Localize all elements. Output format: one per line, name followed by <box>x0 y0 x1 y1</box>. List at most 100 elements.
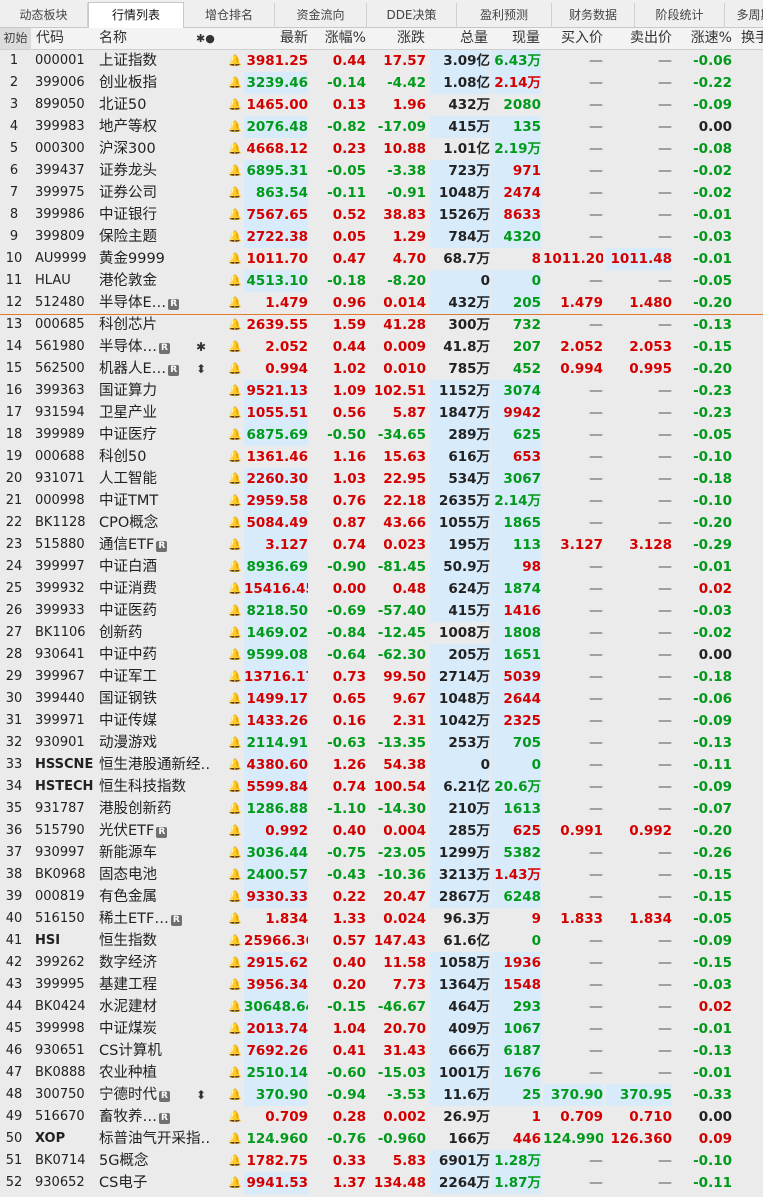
table-row[interactable]: 21 000998 中证TMT 🔔 2959.58 0.76 22.18 2635万 2.14万… <box>0 490 763 512</box>
table-row[interactable]: 9 399809 保险主题 🔔 2722.38 0.05 1.29 784万 4320 — — -0.… <box>0 226 763 248</box>
table-row[interactable]: 25 399932 中证消费 🔔 15416.45 0.00 0.48 624万 1874 — — 0… <box>0 578 763 600</box>
bid-price: — <box>589 757 603 773</box>
security-name: 黄金9999 <box>99 248 209 270</box>
table-row[interactable]: 27 BK1106 创新药 🔔 1469.02 -0.84 -12.45 1008万 1808 —… <box>0 622 763 644</box>
table-row[interactable]: 26 399933 中证医药 🔔 8218.50 -0.69 -57.40 415万 1416 —… <box>0 600 763 622</box>
column-header-chg[interactable]: 涨跌 <box>368 28 425 49</box>
table-row[interactable]: 52 930652 CS电子 🔔 9941.53 1.37 134.48 2264万 1.87万… <box>0 1172 763 1194</box>
table-row[interactable]: 28 930641 中证中药 🔔 9599.08 -0.64 -62.30 205万 1651 —… <box>0 644 763 666</box>
security-name: 稀土ETF… R <box>99 908 209 930</box>
table-row[interactable]: 24 399997 中证白酒 🔔 8936.69 -0.90 -81.45 50.9万 98 — —… <box>0 556 763 578</box>
table-row[interactable]: 48 300750 宁德时代 R ⬍ 🔔 370.90 -0.94 -3.53 11.6万 25 37… <box>0 1084 763 1106</box>
change-percent: 0.40 <box>332 955 366 971</box>
table-row[interactable]: 39 000819 有色金属 🔔 9330.33 0.22 20.47 2867万 6248 — —… <box>0 886 763 908</box>
table-row[interactable]: 44 BK0424 水泥建材 🔔 30648.64 -0.15 -46.67 464万 293 —… <box>0 996 763 1018</box>
security-name-text: 创新药 <box>99 625 143 641</box>
table-row[interactable]: 47 BK0888 农业种植 🔔 2510.14 -0.60 -15.03 1001万 1676… <box>0 1062 763 1084</box>
column-header-init[interactable]: 初始 <box>0 28 31 49</box>
table-row[interactable]: 50 XOP 标普油气开采指… 🔔 124.960 -0.76 -0.960 166万 446 1… <box>0 1128 763 1150</box>
column-header-name[interactable]: 名称 <box>99 28 159 49</box>
current-volume: 3067 <box>491 468 541 490</box>
bell-icon: 🔔 <box>228 1044 242 1057</box>
change-amount: 7.73 <box>392 977 426 993</box>
table-row[interactable]: 4 399983 地产等权 🔔 2076.48 -0.82 -17.09 415万 135 — — 0… <box>0 116 763 138</box>
table-row[interactable]: 30 399440 国证钢铁 🔔 1499.17 0.65 9.67 1048万 2644 — — -… <box>0 688 763 710</box>
security-name-text: 中证军工 <box>99 669 157 685</box>
column-header-turnover[interactable]: 换手 <box>741 28 763 49</box>
tab-8[interactable]: 多周期 <box>725 3 763 28</box>
bid-price: — <box>589 449 603 465</box>
change-amount: -57.40 <box>377 603 426 619</box>
change-amount: 0.002 <box>383 1109 426 1125</box>
table-row[interactable]: 42 399262 数字经济 🔔 2915.62 0.40 11.58 1058万 1936 — —… <box>0 952 763 974</box>
table-row[interactable]: 18 399989 中证医疗 🔔 6875.69 -0.50 -34.65 289万 625 — —… <box>0 424 763 446</box>
column-header-pct[interactable]: 涨幅% <box>311 28 366 49</box>
tab-5[interactable]: 盈利预测 <box>457 3 552 28</box>
column-header-last[interactable]: 最新 <box>246 28 308 49</box>
table-row[interactable]: 13 000685 科创芯片 🔔 2639.55 1.59 41.28 300万 732 — — -0… <box>0 314 763 336</box>
table-row[interactable]: 51 BK0714 5G概念 🔔 1782.75 0.33 5.83 6901万 1.28万 — —… <box>0 1150 763 1172</box>
tab-7[interactable]: 阶段统计 <box>635 3 725 28</box>
current-volume: 1416 <box>491 600 541 622</box>
table-row[interactable]: 1 000001 上证指数 🔔 3981.25 0.44 17.57 3.09亿 6.43万 — —… <box>0 50 763 72</box>
table-row[interactable]: 11 HLAU 港伦敦金 🔔 4513.10 -0.18 -8.20 0 0— — -0.05 <box>0 270 763 292</box>
table-row[interactable]: 10 AU9999 黄金9999 🔔 1011.70 0.47 4.70 68.7万 8 1011… <box>0 248 763 270</box>
table-row[interactable]: 31 399971 中证传媒 🔔 1433.26 0.16 2.31 1042万 2325 — — -… <box>0 710 763 732</box>
last-price: 9521.13 <box>244 380 308 402</box>
table-row[interactable]: 23 515880 通信ETF R 🔔 3.127 0.74 0.023 195万 113 3.12… <box>0 534 763 556</box>
current-volume: 3074 <box>491 380 541 402</box>
table-row[interactable]: 5 000300 沪深300 🔔 4668.12 0.23 10.88 1.01亿 2.19万 —… <box>0 138 763 160</box>
column-header-current-volume[interactable]: 现量 <box>491 28 540 49</box>
last-price: 1782.75 <box>246 1153 309 1169</box>
table-row[interactable]: 49 516670 畜牧养… R 🔔 0.709 0.28 0.002 26.9万 1 0.709 0… <box>0 1106 763 1128</box>
table-row[interactable]: 46 930651 CS计算机 🔔 7692.26 0.41 31.43 666万 6187 — —… <box>0 1040 763 1062</box>
table-row[interactable]: 38 BK0968 固态电池 🔔 2400.57 -0.43 -10.36 3213万 1.43… <box>0 864 763 886</box>
table-row[interactable]: 19 000688 科创50 🔔 1361.46 1.16 15.63 616万 653 — — -0… <box>0 446 763 468</box>
tab-1[interactable]: 行情列表 <box>88 2 184 29</box>
table-row[interactable]: 2 399006 创业板指 🔔 3239.46 -0.14 -4.42 1.08亿 2.14万 —… <box>0 72 763 94</box>
column-header-ask[interactable]: 卖出价 <box>612 28 672 49</box>
table-row[interactable]: 33 HSSCNE 恒生港股通新经… 🔔 4380.60 1.26 54.38 0 0— — -0.… <box>0 754 763 776</box>
tab-4[interactable]: DDE决策 <box>367 3 457 28</box>
table-row[interactable]: 6 399437 证券龙头 🔔 6895.31 -0.05 -3.38 723万 971 — — -0… <box>0 160 763 182</box>
table-row[interactable]: 37 930997 新能源车 🔔 3036.44 -0.75 -23.05 1299万 5382… <box>0 842 763 864</box>
table-row[interactable]: 41 HSI 恒生指数 🔔 25966.36 0.57 147.43 61.6亿 0 — — -0.0… <box>0 930 763 952</box>
table-row[interactable]: 29 399967 中证军工 🔔 13716.17 0.73 99.50 2714万 5039 —… <box>0 666 763 688</box>
column-header-speed[interactable]: 涨速% <box>680 28 732 49</box>
table-row[interactable]: 35 931787 港股创新药 🔔 1286.88 -1.10 -14.30 210万 1613… <box>0 798 763 820</box>
table-row[interactable]: 16 399363 国证算力 🔔 9521.13 1.09 102.51 1152万 3074 —… <box>0 380 763 402</box>
tab-0[interactable]: 动态板块 <box>0 3 88 28</box>
table-row[interactable]: 45 399998 中证煤炭 🔔 2013.74 1.04 20.70 409万 1067 — — -… <box>0 1018 763 1040</box>
column-header-bid[interactable]: 买入价 <box>545 28 603 49</box>
table-row[interactable]: 3 899050 北证50 🔔 1465.00 0.13 1.96 432万 2080 — — -0.… <box>0 94 763 116</box>
column-header-volume[interactable]: 总量 <box>430 28 488 49</box>
security-name: 中证消费 <box>99 578 209 600</box>
table-row[interactable]: 34 HSTECH 恒生科技指数 🔔 5599.84 0.74 100.54 6.21亿 20.… <box>0 776 763 798</box>
bid-price: — <box>589 867 603 883</box>
ask-price: — <box>658 625 672 641</box>
ask-price: 0.992 <box>629 823 672 839</box>
tab-6[interactable]: 财务数据 <box>552 3 635 28</box>
change-speed: -0.22 <box>693 75 732 91</box>
table-row[interactable]: 40 516150 稀土ETF… R 🔔 1.834 1.33 0.024 96.3万 9 1.83… <box>0 908 763 930</box>
table-row[interactable]: 32 930901 动漫游戏 🔔 2114.91 -0.63 -13.35 253万 705 — —… <box>0 732 763 754</box>
column-header-code[interactable]: 代码 <box>36 28 96 49</box>
tab-3[interactable]: 资金流向 <box>275 3 367 28</box>
table-row[interactable]: 17 931594 卫星产业 🔔 1055.51 0.56 5.87 1847万 9942 — — -… <box>0 402 763 424</box>
table-row[interactable]: 7 399975 证券公司 🔔 863.54 -0.11 -0.91 1048万 2474 — — -… <box>0 182 763 204</box>
table-row[interactable]: 36 515790 光伏ETF R 🔔 0.992 0.40 0.004 285万 625 0.99… <box>0 820 763 842</box>
table-row[interactable]: 15 562500 机器人E… R ⬍ 🔔 0.994 1.02 0.010 785万 452 0.9… <box>0 358 763 380</box>
column-header-flags[interactable]: ✱● <box>196 28 220 49</box>
change-percent: 0.33 <box>332 1153 366 1169</box>
security-name-text: 中证中药 <box>99 647 157 663</box>
table-row[interactable]: 43 399995 基建工程 🔔 3956.34 0.20 7.73 1364万 1548 — — -… <box>0 974 763 996</box>
security-name: 中证中药 <box>99 644 209 666</box>
table-row[interactable]: 8 399986 中证银行 🔔 7567.65 0.52 38.83 1526万 8633 — — -… <box>0 204 763 226</box>
change-percent: 1.02 <box>332 361 366 377</box>
bid-price: — <box>589 97 603 113</box>
tab-2[interactable]: 增仓排名 <box>184 3 275 28</box>
table-row[interactable]: 22 BK1128 CPO概念 🔔 5084.49 0.87 43.66 1055万 1865 —… <box>0 512 763 534</box>
table-row[interactable]: 12 512480 半导体E… R 🔔 1.479 0.96 0.014 432万 205 1.47… <box>0 292 763 315</box>
table-row[interactable]: 14 561980 半导体… R ✱ 🔔 2.052 0.44 0.009 41.8万 207 2.0… <box>0 336 763 358</box>
table-row[interactable]: 20 931071 人工智能 🔔 2260.30 1.03 22.95 534万 3067 — — -… <box>0 468 763 490</box>
